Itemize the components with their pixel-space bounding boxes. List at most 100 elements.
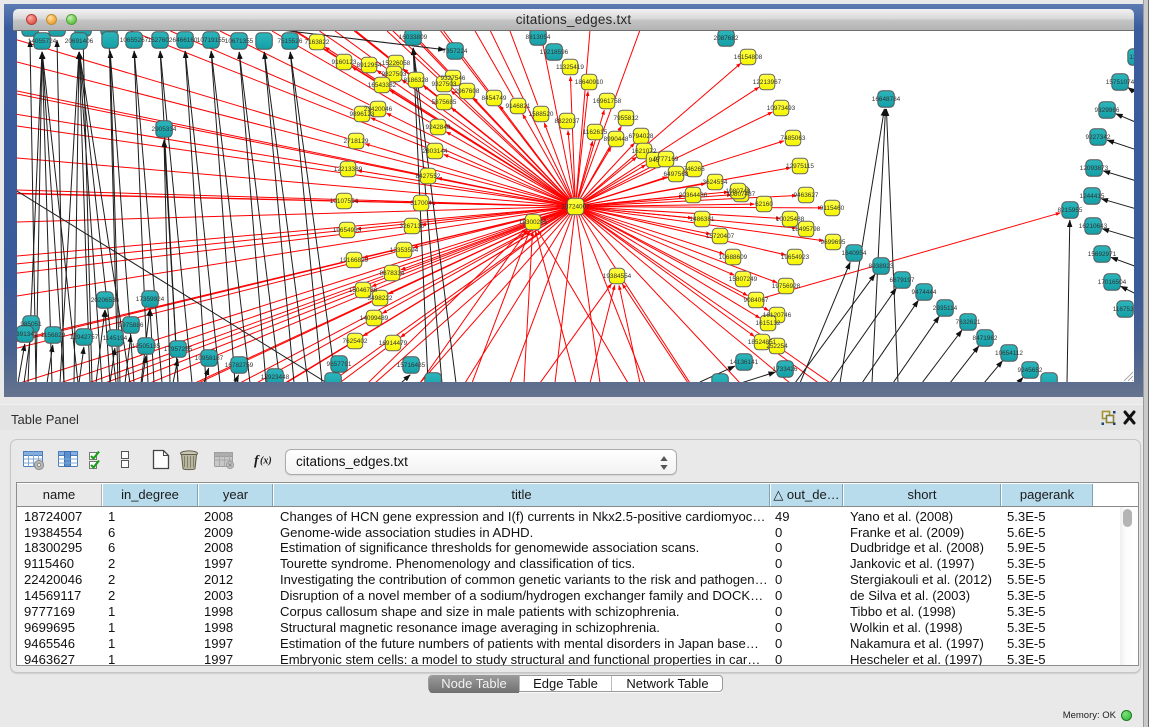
svg-text:9327503: 9327503 bbox=[432, 81, 457, 88]
svg-text:8990448: 8990448 bbox=[604, 136, 629, 143]
svg-text:14136141: 14136141 bbox=[730, 359, 759, 366]
svg-text:12093873: 12093873 bbox=[1080, 165, 1109, 172]
svg-text:3267130: 3267130 bbox=[400, 223, 425, 230]
svg-text:16120746: 16120746 bbox=[763, 312, 792, 319]
svg-text:12505135: 12505135 bbox=[132, 343, 161, 350]
svg-text:985051: 985051 bbox=[20, 321, 42, 328]
svg-text:8322037: 8322037 bbox=[555, 118, 580, 125]
svg-text:1615132: 1615132 bbox=[756, 320, 781, 327]
svg-text:2967608: 2967608 bbox=[455, 88, 480, 95]
svg-text:7163822: 7163822 bbox=[305, 39, 330, 46]
svg-text:1080748: 1080748 bbox=[726, 188, 751, 195]
svg-text:15751074: 15751074 bbox=[1106, 79, 1134, 86]
svg-text:9084067: 9084067 bbox=[744, 297, 769, 304]
svg-text:8454749: 8454749 bbox=[482, 95, 507, 102]
svg-text:1167533: 1167533 bbox=[1113, 306, 1134, 313]
svg-text:17016504: 17016504 bbox=[1098, 279, 1127, 286]
svg-text:6794028: 6794028 bbox=[629, 133, 654, 140]
svg-text:8427552: 8427552 bbox=[416, 173, 441, 180]
svg-text:10107554: 10107554 bbox=[330, 198, 359, 205]
svg-text:1145194: 1145194 bbox=[103, 335, 128, 342]
svg-text:10719155: 10719155 bbox=[197, 37, 226, 44]
svg-text:9657791: 9657791 bbox=[327, 361, 352, 368]
svg-text:7625402: 7625402 bbox=[343, 338, 368, 345]
svg-text:2087682: 2087682 bbox=[714, 35, 739, 42]
svg-text:6879197: 6879197 bbox=[890, 277, 915, 284]
svg-text:19384554: 19384554 bbox=[603, 273, 632, 280]
svg-text:18640910: 18640910 bbox=[575, 79, 604, 86]
svg-text:12923448: 12923448 bbox=[261, 374, 290, 381]
svg-text:5875685: 5875685 bbox=[432, 99, 457, 106]
svg-text:18300295: 18300295 bbox=[519, 219, 548, 226]
svg-text:7632621: 7632621 bbox=[956, 319, 981, 326]
svg-text:10025488: 10025488 bbox=[776, 216, 805, 223]
svg-text:12975115: 12975115 bbox=[786, 163, 814, 170]
svg-text:14055724: 14055724 bbox=[28, 38, 57, 45]
svg-text:18495798: 18495798 bbox=[792, 226, 821, 233]
svg-text:2803144: 2803144 bbox=[423, 148, 448, 155]
svg-text:10671355: 10671355 bbox=[225, 38, 254, 45]
svg-text:14099489: 14099489 bbox=[360, 315, 389, 322]
svg-text:746266: 746266 bbox=[683, 166, 705, 173]
svg-text:1527602: 1527602 bbox=[148, 37, 173, 44]
svg-text:9160123: 9160123 bbox=[332, 59, 357, 66]
svg-text:16154808: 16154808 bbox=[734, 54, 763, 61]
svg-text:15720407: 15720407 bbox=[706, 233, 735, 240]
svg-text:20364436: 20364436 bbox=[679, 192, 708, 199]
svg-text:17359924: 17359924 bbox=[136, 296, 165, 303]
svg-text:15807249: 15807249 bbox=[729, 276, 758, 283]
svg-text:10958187: 10958187 bbox=[195, 355, 224, 362]
svg-text:1733426: 1733426 bbox=[773, 366, 798, 373]
svg-text:19654923: 19654923 bbox=[781, 254, 810, 261]
svg-text:9975886: 9975886 bbox=[119, 322, 144, 329]
svg-text:2935114: 2935114 bbox=[933, 305, 958, 312]
svg-text:17957255: 17957255 bbox=[164, 346, 193, 353]
svg-text:1244415: 1244415 bbox=[1080, 193, 1105, 200]
svg-text:1588520: 1588520 bbox=[529, 111, 554, 118]
svg-text:19756928: 19756928 bbox=[772, 283, 801, 290]
svg-text:12213967: 12213967 bbox=[753, 79, 782, 86]
svg-text:8938923: 8938923 bbox=[869, 263, 894, 270]
svg-text:16543382: 16543382 bbox=[368, 82, 397, 89]
svg-text:10654112: 10654112 bbox=[995, 350, 1023, 357]
svg-text:9329966: 9329966 bbox=[1095, 107, 1120, 114]
svg-text:16961758: 16961758 bbox=[593, 98, 622, 105]
svg-text:16033809: 16033809 bbox=[399, 34, 428, 41]
svg-text:9227342: 9227342 bbox=[1086, 134, 1111, 141]
svg-text:1640954: 1640954 bbox=[842, 250, 867, 257]
svg-text:11325419: 11325419 bbox=[556, 64, 584, 71]
svg-text:8186328: 8186328 bbox=[404, 77, 429, 84]
svg-text:7357224: 7357224 bbox=[443, 48, 468, 55]
svg-text:317004: 317004 bbox=[410, 200, 432, 207]
svg-text:13353594: 13353594 bbox=[390, 247, 419, 254]
svg-text:16648784: 16648784 bbox=[872, 96, 901, 103]
svg-text:9115460: 9115460 bbox=[820, 205, 845, 212]
svg-text:9242848: 9242848 bbox=[426, 124, 451, 131]
svg-text:3624554: 3624554 bbox=[703, 179, 728, 186]
svg-text:7955812: 7955812 bbox=[614, 115, 639, 122]
svg-text:1486381: 1486381 bbox=[690, 216, 715, 223]
svg-text:12213389: 12213389 bbox=[334, 166, 363, 173]
svg-text:9699695: 9699695 bbox=[821, 239, 846, 246]
svg-text:1156829: 1156829 bbox=[41, 332, 66, 339]
svg-text:16210643: 16210643 bbox=[1079, 223, 1108, 230]
svg-text:8813054: 8813054 bbox=[526, 34, 551, 41]
svg-text:7485063: 7485063 bbox=[781, 135, 806, 142]
svg-text:1162615: 1162615 bbox=[583, 129, 608, 136]
svg-text:10655267: 10655267 bbox=[120, 37, 149, 44]
svg-text:9777169: 9777169 bbox=[654, 156, 679, 163]
svg-text:19218596: 19218596 bbox=[540, 49, 569, 56]
svg-text:20206536: 20206536 bbox=[91, 297, 120, 304]
svg-text:8912954: 8912954 bbox=[357, 62, 382, 69]
svg-text:1621072: 1621072 bbox=[632, 148, 657, 155]
svg-text:16782759: 16782759 bbox=[225, 362, 254, 369]
svg-text:1117: 1117 bbox=[1129, 54, 1134, 61]
svg-text:252254: 252254 bbox=[766, 343, 788, 350]
svg-text:18724007: 18724007 bbox=[561, 204, 590, 211]
svg-text:15046786: 15046786 bbox=[349, 287, 378, 294]
svg-text:9245652: 9245652 bbox=[1018, 367, 1043, 374]
svg-text:2905334: 2905334 bbox=[152, 126, 177, 133]
svg-text:6466160: 6466160 bbox=[173, 37, 198, 44]
svg-text:7515526: 7515526 bbox=[278, 38, 303, 45]
svg-text:9146821: 9146821 bbox=[506, 103, 531, 110]
